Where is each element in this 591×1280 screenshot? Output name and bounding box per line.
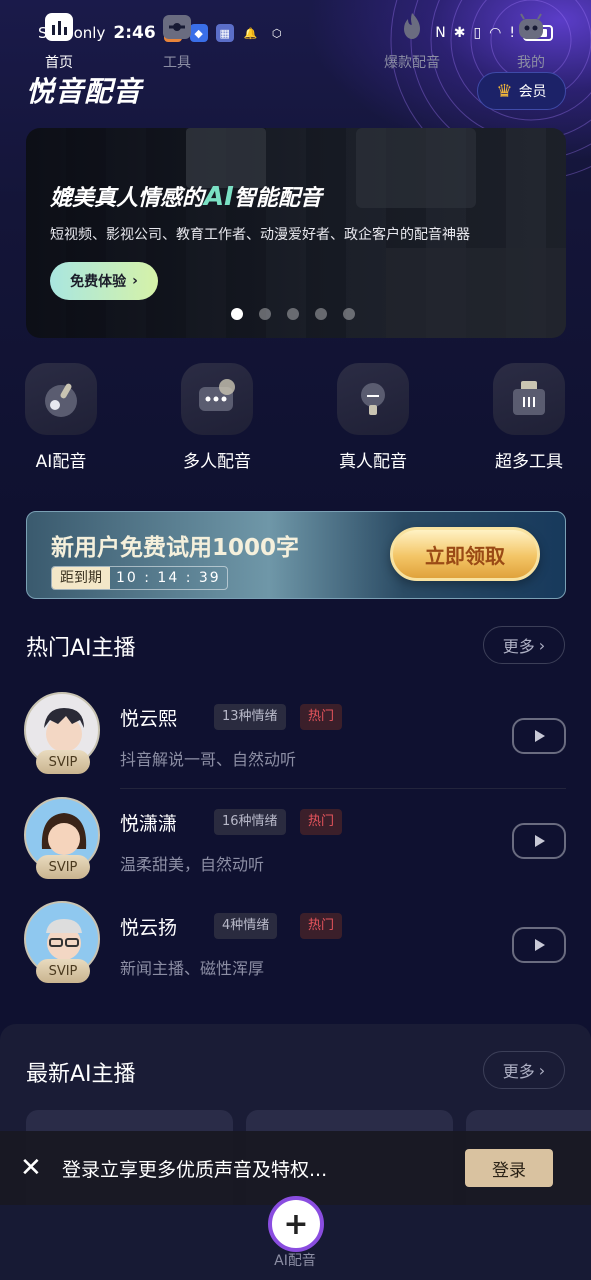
login-prompt-text: 登录立享更多优质声音及特权... <box>62 1158 328 1181</box>
cube-icon: ⬡ <box>271 26 282 40</box>
carousel-dot[interactable] <box>287 308 299 320</box>
quick-nav-tools[interactable]: 超多工具 <box>492 363 566 472</box>
new-more-button[interactable]: 更多 › <box>483 1051 565 1089</box>
studio-speaker-graphic <box>186 128 266 188</box>
tab-label: AI配音 <box>274 1253 316 1269</box>
countdown-label: 距到期 <box>52 567 110 589</box>
tab-home[interactable]: 首页 <box>17 10 101 72</box>
hero-banner[interactable]: 媲美真人情感的AI智能配音 短视频、影视公司、教育工作者、动漫爱好者、政企客户的… <box>26 128 566 338</box>
close-icon[interactable]: ✕ <box>20 1153 44 1183</box>
anchor-row[interactable]: SVIP 悦潇潇 16种情绪 热门 温柔甜美，自然动听 <box>24 797 566 901</box>
hot-tag: 热门 <box>300 704 343 730</box>
more-label: 更多 <box>502 637 535 656</box>
claim-now-button[interactable]: 立即领取 <box>390 527 540 581</box>
carousel-dots <box>231 308 355 320</box>
tab-ai-dubbing[interactable]: AI配音 <box>253 1216 337 1270</box>
emotion-count-tag: 16种情绪 <box>214 809 286 835</box>
tab-label: 首页 <box>45 55 73 71</box>
emotion-count-tag: 13种情绪 <box>214 704 286 730</box>
svip-badge: SVIP <box>36 855 90 879</box>
carousel-dot[interactable] <box>231 308 243 320</box>
play-icon <box>535 939 545 951</box>
studio-mixer-graphic <box>386 248 566 338</box>
banner-subtitle: 短视频、影视公司、教育工作者、动漫爱好者、政企客户的配音神器 <box>50 227 470 243</box>
hot-tag: 热门 <box>300 913 343 939</box>
profile-robot-icon <box>514 10 548 44</box>
promo-title: 新用户免费试用1000字 <box>51 535 300 561</box>
play-button[interactable] <box>512 927 566 963</box>
tab-hot-dubbing[interactable]: 爆款配音 <box>370 10 454 72</box>
tab-profile[interactable]: 我的 <box>489 10 573 72</box>
divider <box>120 788 566 789</box>
fire-icon <box>395 10 429 44</box>
carousel-dot[interactable] <box>343 308 355 320</box>
tab-label: 工具 <box>163 55 191 71</box>
carousel-dot[interactable] <box>259 308 271 320</box>
crown-icon: ♛ <box>496 80 513 102</box>
hot-more-button[interactable]: 更多 › <box>483 626 565 664</box>
banner-headline-post: 智能配音 <box>233 186 322 211</box>
banner-headline-ai: AI <box>204 182 234 212</box>
vip-label: 会员 <box>518 84 547 100</box>
quick-nav-label: AI配音 <box>35 452 87 472</box>
quick-nav-label: 真人配音 <box>339 452 407 472</box>
chevron-right-icon: › <box>538 635 546 655</box>
chevron-right-icon: › <box>538 1060 546 1080</box>
app-title: 悦音配音 <box>26 75 143 108</box>
login-prompt-bar: ✕ 登录立享更多优质声音及特权... 登录 <box>0 1131 591 1205</box>
play-button[interactable] <box>512 718 566 754</box>
play-icon <box>535 730 545 742</box>
bluetooth-icon: ✱ <box>453 25 466 41</box>
microphone-icon <box>337 363 409 435</box>
tab-tools[interactable]: 工具 <box>135 10 219 72</box>
bell-icon: 🔔 <box>243 26 258 40</box>
anchor-description: 温柔甜美，自然动听 <box>120 855 265 874</box>
record-disc-icon <box>25 363 97 435</box>
emotion-count-tag: 4种情绪 <box>214 913 278 939</box>
quick-nav-human-dubbing[interactable]: 真人配音 <box>336 363 410 472</box>
anchor-name: 悦云熙 <box>120 708 178 730</box>
quick-nav-multi-dubbing[interactable]: 多人配音 <box>180 363 254 472</box>
banner-headline: 媲美真人情感的AI智能配音 <box>50 180 322 212</box>
anchor-name: 悦潇潇 <box>120 813 178 835</box>
vibrate-icon: ▯ <box>473 25 482 41</box>
new-user-promo-banner[interactable]: 新用户免费试用1000字 距到期 10 : 14 : 39 立即领取 <box>26 511 566 599</box>
tab-label: 爆款配音 <box>384 55 440 71</box>
more-label: 更多 <box>502 1062 535 1081</box>
chevron-right-icon: › <box>132 273 138 289</box>
home-chart-icon <box>42 10 76 44</box>
anchor-description: 抖音解说一哥、自然动听 <box>120 750 297 769</box>
play-button[interactable] <box>512 823 566 859</box>
anchor-description: 新闻主播、磁性浑厚 <box>120 959 265 978</box>
quick-nav-label: 多人配音 <box>183 452 251 472</box>
carousel-dot[interactable] <box>315 308 327 320</box>
hot-anchors-title: 热门AI主播 <box>26 636 136 661</box>
free-trial-label: 免费体验 <box>70 274 127 290</box>
quick-nav-ai-dubbing[interactable]: AI配音 <box>24 363 98 472</box>
login-button[interactable]: 登录 <box>465 1149 553 1187</box>
banner-headline-pre: 媲美真人情感的 <box>50 186 205 211</box>
anchor-name: 悦云扬 <box>120 917 178 939</box>
free-trial-button[interactable]: 免费体验 › <box>50 262 158 300</box>
tab-label: 我的 <box>517 55 545 71</box>
new-anchors-title: 最新AI主播 <box>26 1062 136 1087</box>
tools-icon <box>160 10 194 44</box>
studio-monitor-graphic <box>356 128 476 208</box>
hot-tag: 热门 <box>300 809 343 835</box>
chat-bubble-icon <box>181 363 253 435</box>
svip-badge: SVIP <box>36 750 90 774</box>
toolbox-icon <box>493 363 565 435</box>
anchor-row[interactable]: SVIP 悦云扬 4种情绪 热门 新闻主播、磁性浑厚 <box>24 901 566 1005</box>
svip-badge: SVIP <box>36 959 90 983</box>
quick-nav-label: 超多工具 <box>495 452 563 472</box>
play-icon <box>535 835 545 847</box>
tab-spacer <box>278 1216 312 1242</box>
anchor-row[interactable]: SVIP 悦云熙 13种情绪 热门 抖音解说一哥、自然动听 <box>24 692 566 796</box>
promo-countdown: 距到期 10 : 14 : 39 <box>51 566 228 590</box>
vip-button[interactable]: ♛ 会员 <box>477 72 566 110</box>
countdown-value: 10 : 14 : 39 <box>116 570 221 586</box>
